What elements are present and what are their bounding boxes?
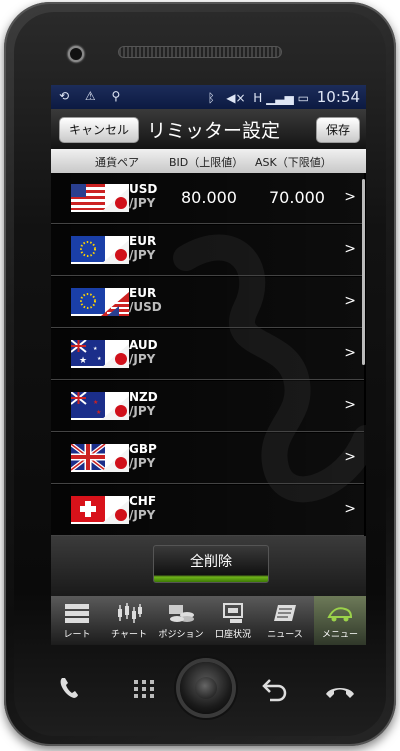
pair-label: USD /JPY [129, 182, 158, 210]
column-ask: ASK（下限値） [255, 156, 332, 169]
back-key-icon[interactable] [260, 676, 290, 704]
phone-body: ⟲ ⚠ ⚲ ᛒ ◀× H ▁▃▅ ▭ 10:54 キャンセル リミッター設定 保… [4, 2, 396, 746]
list-item[interactable]: USD /JPY 80.000 70.000 > [51, 173, 364, 224]
tab-menu[interactable]: メニュー [314, 596, 366, 645]
title-bar: キャンセル リミッター設定 保存 [51, 109, 366, 149]
status-bar: ⟲ ⚠ ⚲ ᛒ ◀× H ▁▃▅ ▭ 10:54 [51, 85, 366, 109]
svg-text:★: ★ [93, 399, 98, 406]
list-scrollbar[interactable] [362, 179, 365, 365]
usd-jpy-flag-icon [71, 184, 129, 212]
currency-pair-list: USD /JPY 80.000 70.000 > EUR /JPY > EUR … [51, 173, 366, 536]
front-camera [68, 46, 84, 62]
list-item[interactable]: GBP /JPY > [51, 433, 364, 484]
eur-usd-flag-icon [71, 288, 129, 316]
coins-icon [169, 605, 194, 622]
ask-value: 70.000 [269, 188, 325, 207]
home-button[interactable] [180, 662, 232, 714]
svg-text:★: ★ [97, 356, 102, 362]
pair-label: AUD /JPY [129, 338, 158, 366]
gbp-jpy-flag-icon [71, 444, 129, 472]
list-item[interactable]: ★ ★ ★ AUD /JPY > [51, 329, 364, 380]
nzd-jpy-flag-icon: ★ ★ [71, 392, 129, 420]
news-icon [274, 605, 296, 621]
signal-h-icon: H [253, 91, 263, 105]
chevron-right-icon: > [344, 345, 356, 361]
bluetooth-icon: ᛒ [207, 91, 215, 105]
status-left-icons: ⟲ ⚠ ⚲ [59, 89, 126, 103]
mute-icon: ◀× [226, 91, 246, 105]
list-item[interactable]: CHF /JPY > [51, 485, 364, 536]
list-item[interactable]: EUR /USD > [51, 277, 364, 328]
chevron-right-icon: > [344, 501, 356, 517]
svg-text:★: ★ [96, 409, 101, 416]
chevron-right-icon: > [344, 189, 356, 205]
battery-icon: ▭ [297, 91, 309, 105]
menu-icon [327, 607, 353, 622]
screen: ⟲ ⚠ ⚲ ᛒ ◀× H ▁▃▅ ▭ 10:54 キャンセル リミッター設定 保… [51, 85, 366, 645]
tab-chart[interactable]: チャート [103, 596, 155, 645]
chevron-right-icon: > [344, 293, 356, 309]
account-icon [223, 603, 243, 623]
chevron-right-icon: > [344, 241, 356, 257]
pair-label: GBP /JPY [129, 442, 157, 470]
signal-bars-icon: ▁▃▅ [266, 91, 294, 105]
tab-position[interactable]: ポジション [155, 596, 207, 645]
column-header: 通貨ペア BID（上限値） ASK（下限値） [51, 149, 366, 173]
home-button-center [195, 677, 217, 699]
sync-icon: ⟲ [59, 89, 76, 103]
svg-text:★: ★ [93, 346, 98, 352]
save-button[interactable]: 保存 [316, 117, 360, 143]
bid-value: 80.000 [181, 188, 237, 207]
earpiece-speaker [118, 46, 282, 58]
status-right-icons: ᛒ ◀× H ▁▃▅ ▭ 10:54 [208, 88, 360, 106]
pair-label: CHF /JPY [129, 494, 157, 522]
tab-account[interactable]: 口座状況 [207, 596, 259, 645]
call-key-icon[interactable] [56, 674, 84, 702]
column-bid: BID（上限値） [169, 156, 244, 169]
list-item[interactable]: ★ ★ NZD /JPY > [51, 381, 364, 432]
pair-label: EUR /USD [129, 286, 162, 314]
svg-text:★: ★ [79, 356, 87, 366]
chf-jpy-flag-icon [71, 496, 129, 524]
usb-icon: ⚲ [111, 89, 127, 103]
bottom-tab-bar: レート チャート ポジション 口座状況 ニュース メニュー [51, 596, 366, 645]
clock: 10:54 [316, 88, 360, 106]
warning-icon: ⚠ [84, 89, 102, 103]
aud-jpy-flag-icon: ★ ★ ★ [71, 340, 129, 368]
menu-key-icon[interactable] [132, 678, 156, 700]
pair-label: EUR /JPY [129, 234, 157, 262]
list-icon [65, 604, 89, 623]
list-item[interactable]: EUR /JPY > [51, 225, 364, 276]
cancel-button[interactable]: キャンセル [59, 117, 139, 143]
column-pair: 通貨ペア [95, 156, 139, 169]
delete-area: 全削除 [51, 536, 366, 596]
chevron-right-icon: > [344, 397, 356, 413]
tab-rate[interactable]: レート [51, 596, 103, 645]
tab-news[interactable]: ニュース [259, 596, 311, 645]
delete-all-button[interactable]: 全削除 [153, 545, 269, 583]
chart-icon [118, 603, 142, 623]
chevron-right-icon: > [344, 449, 356, 465]
end-call-key-icon[interactable] [324, 682, 356, 702]
pair-label: NZD /JPY [129, 390, 158, 418]
eur-jpy-flag-icon [71, 236, 129, 264]
page-title: リミッター設定 [147, 120, 281, 142]
